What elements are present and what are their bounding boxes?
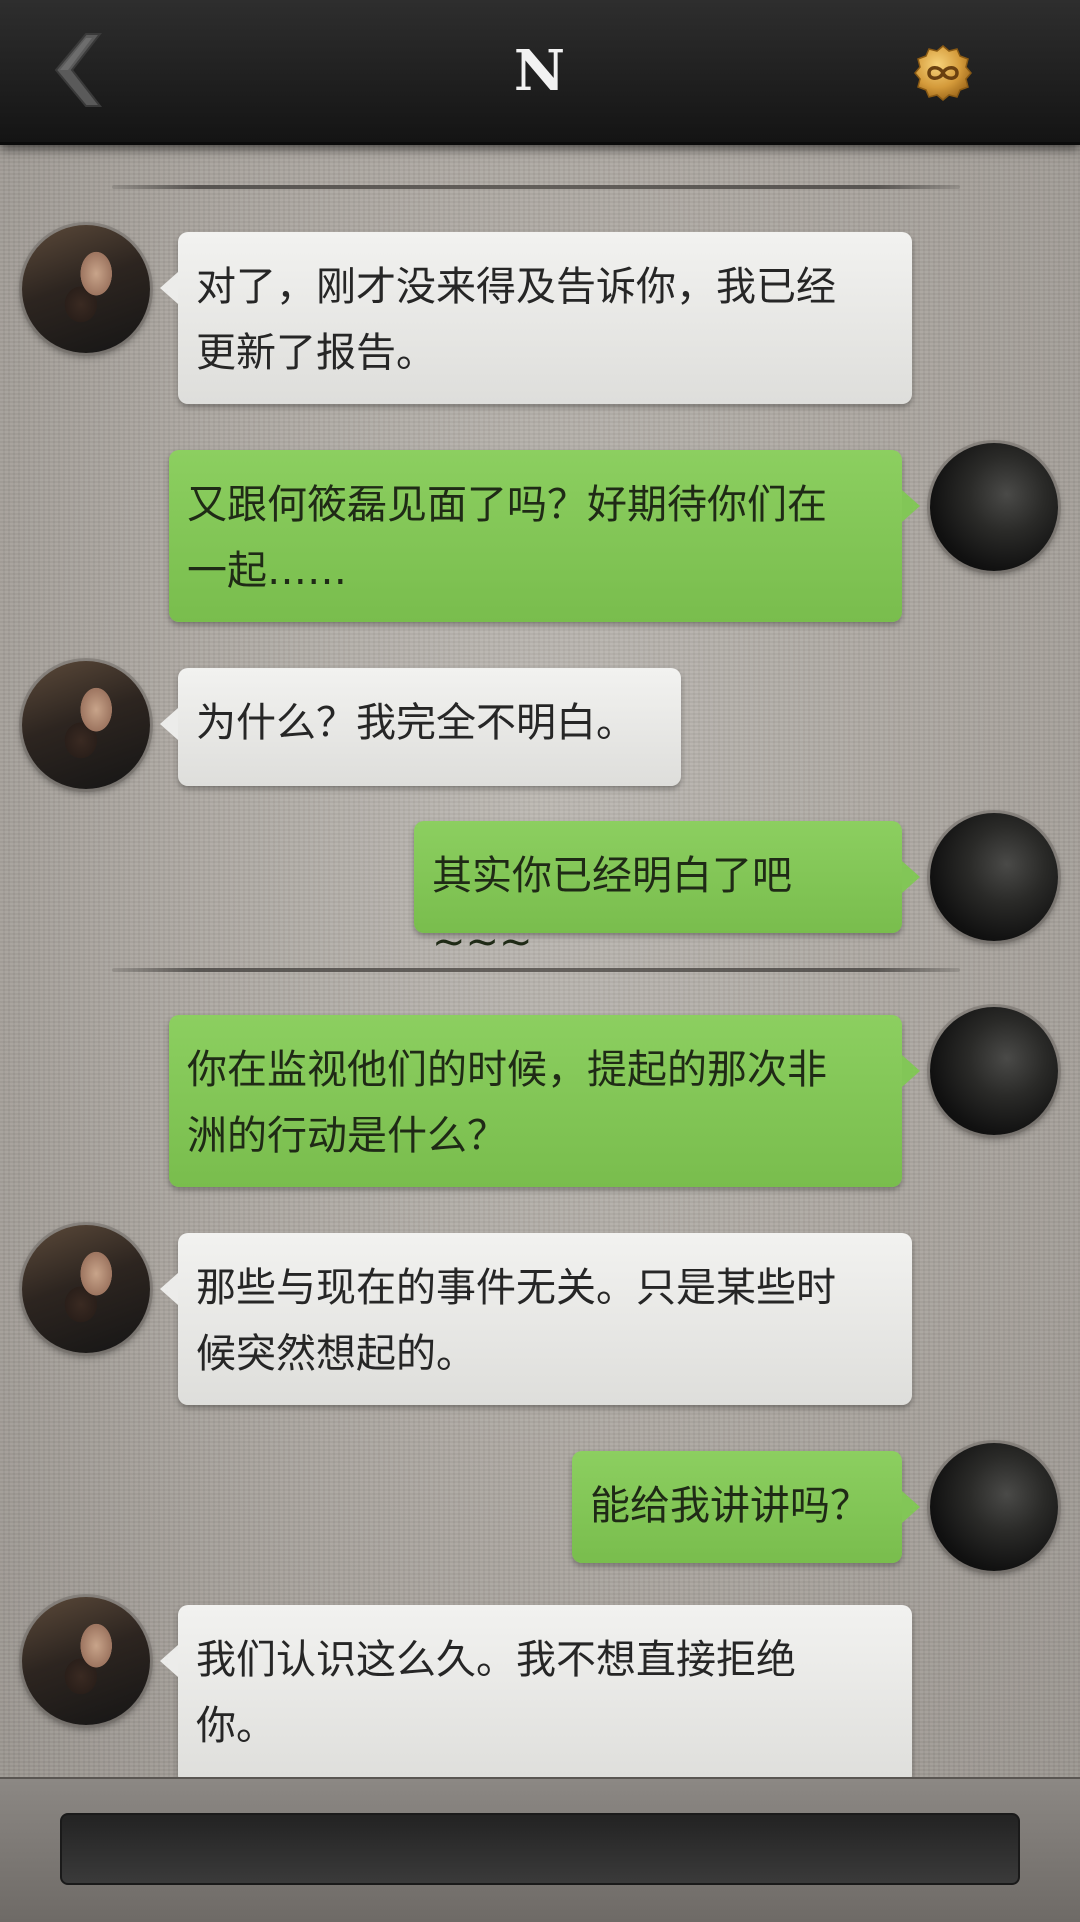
user-avatar[interactable] [930, 443, 1058, 571]
user-avatar[interactable] [930, 813, 1058, 941]
user-avatar[interactable] [930, 1443, 1058, 1571]
message-text: 为什么？我完全不明白。 [196, 700, 636, 746]
message-bubble-outgoing[interactable]: 能给我讲讲吗？ [572, 1451, 920, 1563]
message-text: 其实你已经明白了吧~~~ [432, 853, 792, 965]
infinity-coin-icon [914, 45, 972, 101]
message-text: 我们认识这么久。我不想直接拒绝 你。 [196, 1637, 796, 1749]
coin-button[interactable] [914, 44, 972, 102]
message-text: 你在监视他们的时候，提起的那次非 洲的行动是什么？ [187, 1047, 827, 1159]
divider [112, 968, 960, 972]
contact-avatar[interactable] [22, 1225, 150, 1353]
input-bar [0, 1777, 1080, 1922]
message-bubble-incoming[interactable]: 我们认识这么久。我不想直接拒绝 你。 [160, 1605, 912, 1777]
message-bubble-incoming[interactable]: 为什么？我完全不明白。 [160, 668, 681, 786]
message-text: 能给我讲讲吗？ [590, 1483, 870, 1529]
contact-avatar[interactable] [22, 225, 150, 353]
message-text: 又跟何筱磊见面了吗？好期待你们在 一起…… [187, 482, 827, 594]
message-text: 那些与现在的事件无关。只是某些时 候突然想起的。 [196, 1265, 836, 1377]
message-bubble-incoming[interactable]: 对了，刚才没来得及告诉你，我已经 更新了报告。 [160, 232, 912, 404]
divider [112, 185, 960, 189]
message-bubble-incoming[interactable]: 那些与现在的事件无关。只是某些时 候突然想起的。 [160, 1233, 912, 1405]
contact-avatar[interactable] [22, 661, 150, 789]
message-input[interactable] [60, 1813, 1020, 1885]
contact-avatar[interactable] [22, 1597, 150, 1725]
user-avatar[interactable] [930, 1007, 1058, 1135]
message-bubble-outgoing[interactable]: 你在监视他们的时候，提起的那次非 洲的行动是什么？ [169, 1015, 920, 1187]
header-bar: N [0, 0, 1080, 145]
message-text: 对了，刚才没来得及告诉你，我已经 更新了报告。 [196, 264, 836, 376]
chat-area[interactable]: 对了，刚才没来得及告诉你，我已经 更新了报告。 又跟何筱磊见面了吗？好期待你们在… [0, 145, 1080, 1777]
message-bubble-outgoing[interactable]: 其实你已经明白了吧~~~ [414, 821, 920, 965]
message-bubble-outgoing[interactable]: 又跟何筱磊见面了吗？好期待你们在 一起…… [169, 450, 920, 622]
